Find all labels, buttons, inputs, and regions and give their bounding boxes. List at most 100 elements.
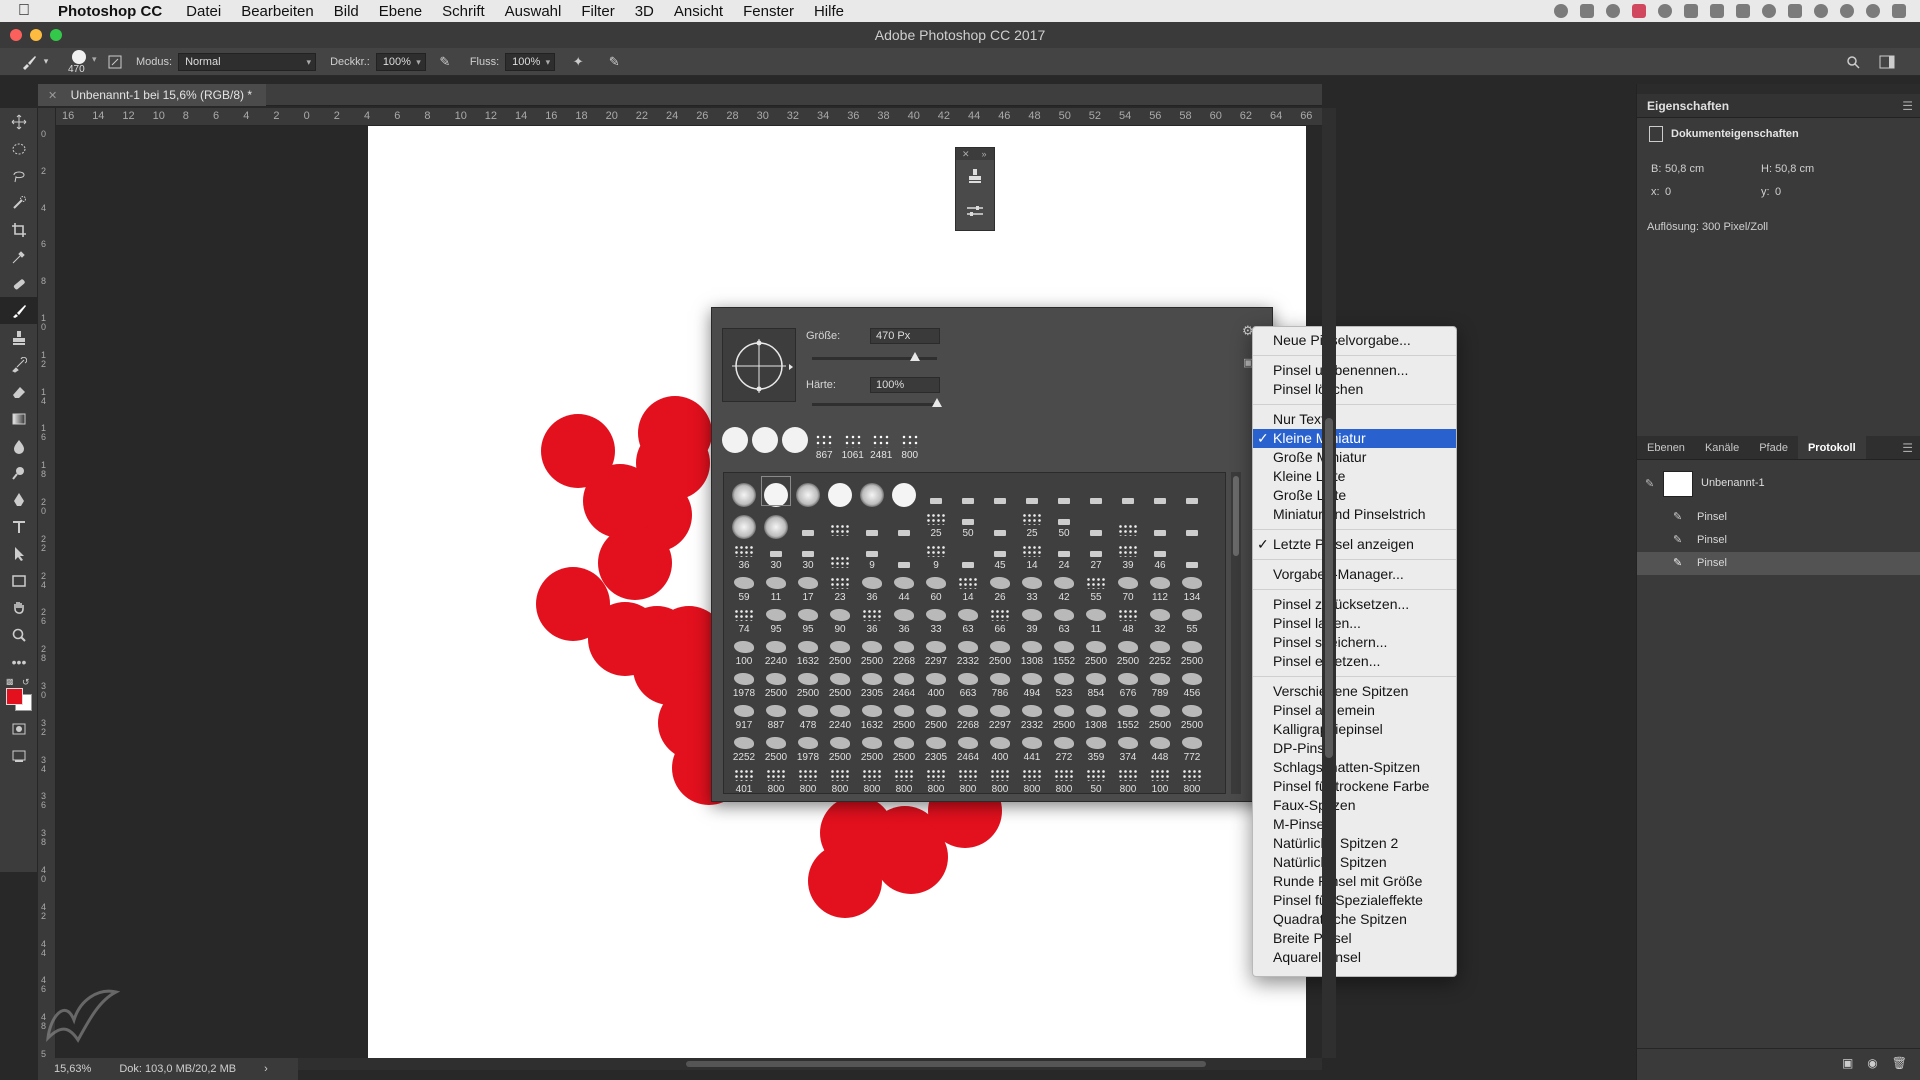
panel-close-bar[interactable]: ✕» xyxy=(956,148,994,160)
size-field[interactable]: 470 Px xyxy=(870,328,940,344)
brush-preset[interactable]: 17 xyxy=(792,571,824,603)
brush-preset[interactable] xyxy=(920,475,952,507)
brush-preset[interactable]: 50 xyxy=(1048,507,1080,539)
brush-preset[interactable]: 2268 xyxy=(888,635,920,667)
timemachine-icon[interactable] xyxy=(1762,4,1776,18)
brush-tip-preview[interactable] xyxy=(722,328,796,402)
clone-source-icon[interactable] xyxy=(956,160,994,194)
recent-brush[interactable]: 2481 xyxy=(869,425,894,461)
brush-preset[interactable]: 1308 xyxy=(1080,699,1112,731)
brush-preset[interactable] xyxy=(728,475,760,507)
brush-preset[interactable] xyxy=(888,475,920,507)
brush-preset[interactable] xyxy=(728,507,760,539)
brush-preset[interactable]: 112 xyxy=(1144,571,1176,603)
brush-preset[interactable]: 63 xyxy=(1048,603,1080,635)
brush-preset[interactable]: 2305 xyxy=(856,667,888,699)
history-state[interactable]: ✎ Pinsel xyxy=(1637,529,1920,552)
brush-preset[interactable]: 800 xyxy=(1048,763,1080,793)
minimize-window-icon[interactable] xyxy=(30,29,42,41)
pen-tool-icon[interactable] xyxy=(0,486,38,513)
menu-item[interactable]: Breite Pinsel xyxy=(1253,929,1456,948)
menu-schrift[interactable]: Schrift xyxy=(432,3,495,20)
tool-preset-chevron-icon[interactable]: ▾ xyxy=(40,51,52,73)
brush-preset[interactable]: 374 xyxy=(1112,731,1144,763)
menu-item[interactable]: Pinsel umbenennen... xyxy=(1253,361,1456,380)
brush-preset[interactable]: 39 xyxy=(1016,603,1048,635)
brush-preset[interactable]: 800 xyxy=(1016,763,1048,793)
brush-preset[interactable]: 100 xyxy=(728,635,760,667)
history-state-selected[interactable]: ✎ Pinsel xyxy=(1637,552,1920,575)
brush-tool-icon[interactable] xyxy=(0,297,38,324)
brush-preset[interactable]: 23 xyxy=(824,571,856,603)
brush-preset-picker[interactable]: 470 ▾ xyxy=(60,48,100,76)
menu-item[interactable]: Pinsel zurücksetzen... xyxy=(1253,595,1456,614)
brush-preset[interactable]: 2500 xyxy=(1080,635,1112,667)
menu-ansicht[interactable]: Ansicht xyxy=(664,3,733,20)
brush-preset[interactable]: 887 xyxy=(760,699,792,731)
brush-preset[interactable] xyxy=(952,539,984,571)
scrollbar-thumb[interactable] xyxy=(1325,418,1333,758)
brush-preset[interactable] xyxy=(888,507,920,539)
hand-tool-icon[interactable] xyxy=(0,594,38,621)
brush-preset[interactable]: 2500 xyxy=(920,699,952,731)
brush-preset[interactable]: 2500 xyxy=(760,667,792,699)
menu-item[interactable]: Nur Text xyxy=(1253,410,1456,429)
brush-preset[interactable]: 800 xyxy=(1112,763,1144,793)
brush-preset[interactable]: 2297 xyxy=(920,635,952,667)
brush-preset[interactable]: 2500 xyxy=(888,731,920,763)
menu-app-name[interactable]: Photoshop CC xyxy=(48,3,176,20)
brush-preset[interactable]: 2332 xyxy=(952,635,984,667)
swap-colors-icon[interactable]: ↺ xyxy=(22,677,30,688)
brush-preset[interactable] xyxy=(1176,539,1208,571)
brush-preset[interactable]: 800 xyxy=(856,763,888,793)
zoom-window-icon[interactable] xyxy=(50,29,62,41)
brush-preset[interactable]: 2500 xyxy=(984,635,1016,667)
vertical-scrollbar[interactable] xyxy=(1322,108,1336,1058)
brush-preset[interactable]: 55 xyxy=(1176,603,1208,635)
brush-preset[interactable] xyxy=(1144,475,1176,507)
menu-item[interactable]: ✓ Letzte Pinsel anzeigen xyxy=(1253,535,1456,554)
menu-item[interactable]: Pinsel für trockene Farbe xyxy=(1253,777,1456,796)
workspace-icon[interactable] xyxy=(1876,51,1898,73)
dodge-tool-icon[interactable] xyxy=(0,459,38,486)
brush-preset[interactable]: 2464 xyxy=(952,731,984,763)
menu-item[interactable]: Neue Pinselvorgabe... xyxy=(1253,331,1456,350)
brush-preset[interactable]: 772 xyxy=(1176,731,1208,763)
more-tools-icon[interactable]: ••• xyxy=(0,648,38,675)
siri-icon[interactable] xyxy=(1866,4,1880,18)
brush-preset[interactable]: 800 xyxy=(920,763,952,793)
zoom-level[interactable]: 15,63% xyxy=(54,1063,91,1075)
history-state[interactable]: ✎ Pinsel xyxy=(1637,506,1920,529)
menu-bild[interactable]: Bild xyxy=(324,3,369,20)
brush-preset[interactable]: 11 xyxy=(760,571,792,603)
tab-layers[interactable]: Ebenen xyxy=(1637,436,1695,459)
brush-preset[interactable] xyxy=(824,507,856,539)
menu-item[interactable]: M-Pinsel xyxy=(1253,815,1456,834)
brush-preset[interactable]: 400 xyxy=(920,667,952,699)
spotlight-icon[interactable] xyxy=(1840,4,1854,18)
menu-datei[interactable]: Datei xyxy=(176,3,231,20)
brush-preset[interactable]: 55 xyxy=(1080,571,1112,603)
hardness-field[interactable]: 100% xyxy=(870,377,940,393)
panel-menu-icon[interactable]: ☰ xyxy=(1902,94,1913,118)
menu-item[interactable]: Aquarellpinsel xyxy=(1253,948,1456,967)
quick-mask-icon[interactable] xyxy=(0,715,38,742)
tab-paths[interactable]: Pfade xyxy=(1749,436,1798,459)
vertical-ruler[interactable]: 0 2 4 6 8 1 0 1 2 1 4 1 6 1 8 2 0 2 2 2 4 2 6 2 8 3 0 3 … xyxy=(38,108,56,1070)
recent-brush-round[interactable] xyxy=(722,425,748,461)
brush-preset[interactable]: 70 xyxy=(1112,571,1144,603)
brush-preset[interactable]: 2297 xyxy=(984,699,1016,731)
menu-fenster[interactable]: Fenster xyxy=(733,3,804,20)
quick-select-tool-icon[interactable] xyxy=(0,189,38,216)
brush-preset[interactable]: 854 xyxy=(1080,667,1112,699)
menu-item[interactable]: Verschiedene Spitzen xyxy=(1253,682,1456,701)
close-icon[interactable]: ✕ xyxy=(962,149,970,159)
scrollbar-thumb[interactable] xyxy=(686,1061,1206,1067)
opacity-field[interactable]: 100% ▾ xyxy=(375,52,426,71)
brush-preset[interactable]: 2500 xyxy=(856,731,888,763)
brush-preset[interactable] xyxy=(1176,507,1208,539)
brush-preset[interactable]: 95 xyxy=(792,603,824,635)
brush-preset[interactable]: 800 xyxy=(760,763,792,793)
brush-panel-toggle-icon[interactable] xyxy=(104,51,126,73)
wifi-icon[interactable] xyxy=(1814,4,1828,18)
